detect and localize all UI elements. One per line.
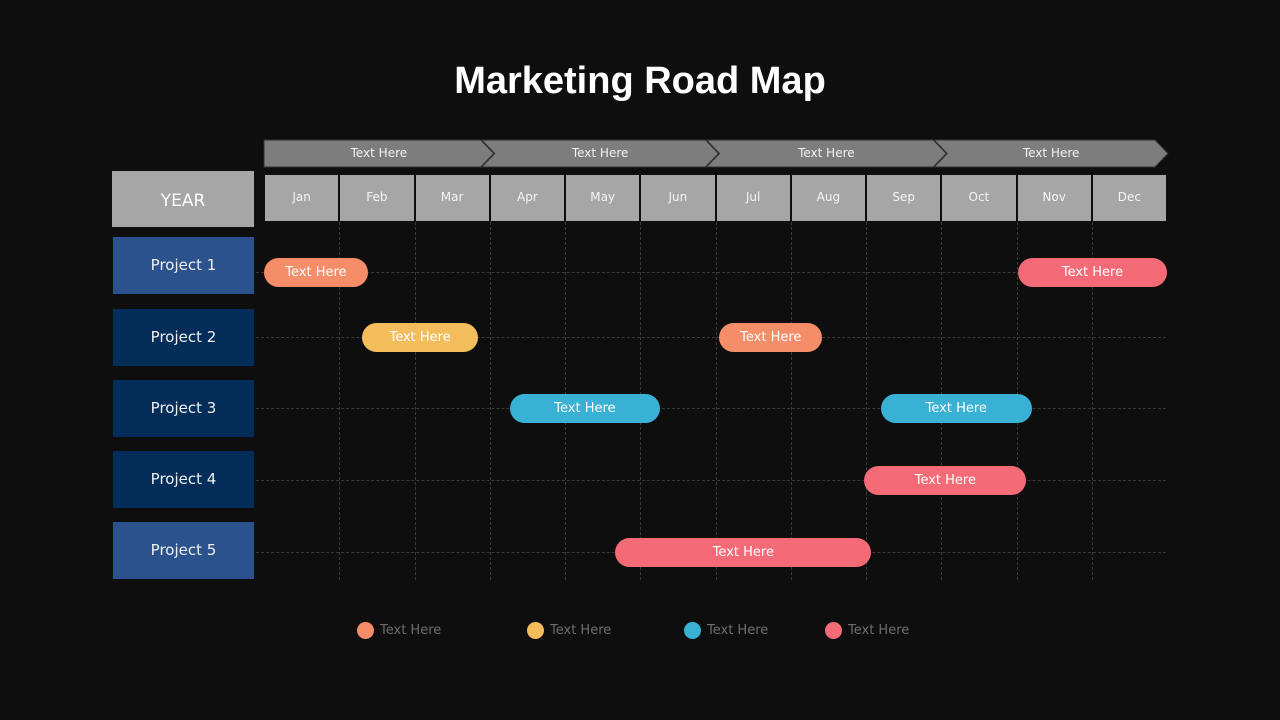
project-label-5: Project 5: [113, 522, 254, 579]
month-may: May: [566, 175, 640, 221]
month-dec: Dec: [1092, 175, 1166, 221]
legend-label: Text Here: [848, 623, 910, 638]
task-bar[interactable]: Text Here: [719, 323, 823, 352]
phase-label: Text Here: [1022, 146, 1080, 160]
project-label-4: Project 4: [113, 451, 254, 508]
task-bar[interactable]: Text Here: [864, 466, 1027, 495]
legend-item: Text Here: [684, 622, 768, 639]
grid-vline: [489, 222, 491, 580]
legend-item: Text Here: [357, 622, 441, 639]
month-aug: Aug: [791, 175, 865, 221]
legend-dot-icon: [357, 622, 374, 639]
month-sep: Sep: [867, 175, 941, 221]
project-label-2: Project 2: [113, 309, 254, 366]
month-jan: Jan: [265, 175, 339, 221]
phase-label: Text Here: [350, 146, 408, 160]
project-label-1: Project 1: [113, 237, 254, 294]
legend-dot-icon: [527, 622, 544, 639]
legend-label: Text Here: [550, 623, 612, 638]
grid-vline: [715, 222, 717, 580]
task-bar[interactable]: Text Here: [881, 394, 1032, 423]
task-bar[interactable]: Text Here: [264, 258, 368, 287]
legend-dot-icon: [684, 622, 701, 639]
legend-dot-icon: [825, 622, 842, 639]
year-header: YEAR: [112, 171, 254, 227]
month-nov: Nov: [1017, 175, 1091, 221]
task-bar[interactable]: Text Here: [1018, 258, 1167, 287]
month-mar: Mar: [415, 175, 489, 221]
grid-vline: [414, 222, 416, 580]
grid-hline: [256, 480, 1166, 481]
legend-label: Text Here: [707, 623, 769, 638]
month-jul: Jul: [716, 175, 790, 221]
month-feb: Feb: [340, 175, 414, 221]
legend-item: Text Here: [527, 622, 611, 639]
month-oct: Oct: [942, 175, 1016, 221]
grid-vline: [866, 222, 867, 580]
legend-label: Text Here: [380, 623, 442, 638]
grid-vline: [790, 222, 792, 580]
month-jun: Jun: [641, 175, 715, 221]
task-bar[interactable]: Text Here: [361, 323, 479, 352]
legend-item: Text Here: [825, 622, 909, 639]
phase-label: Text Here: [798, 146, 855, 160]
phase-label: Text Here: [571, 146, 629, 160]
month-apr: Apr: [490, 175, 564, 221]
task-bar[interactable]: Text Here: [510, 394, 660, 423]
project-label-3: Project 3: [113, 380, 254, 437]
task-bar[interactable]: Text Here: [615, 538, 872, 567]
